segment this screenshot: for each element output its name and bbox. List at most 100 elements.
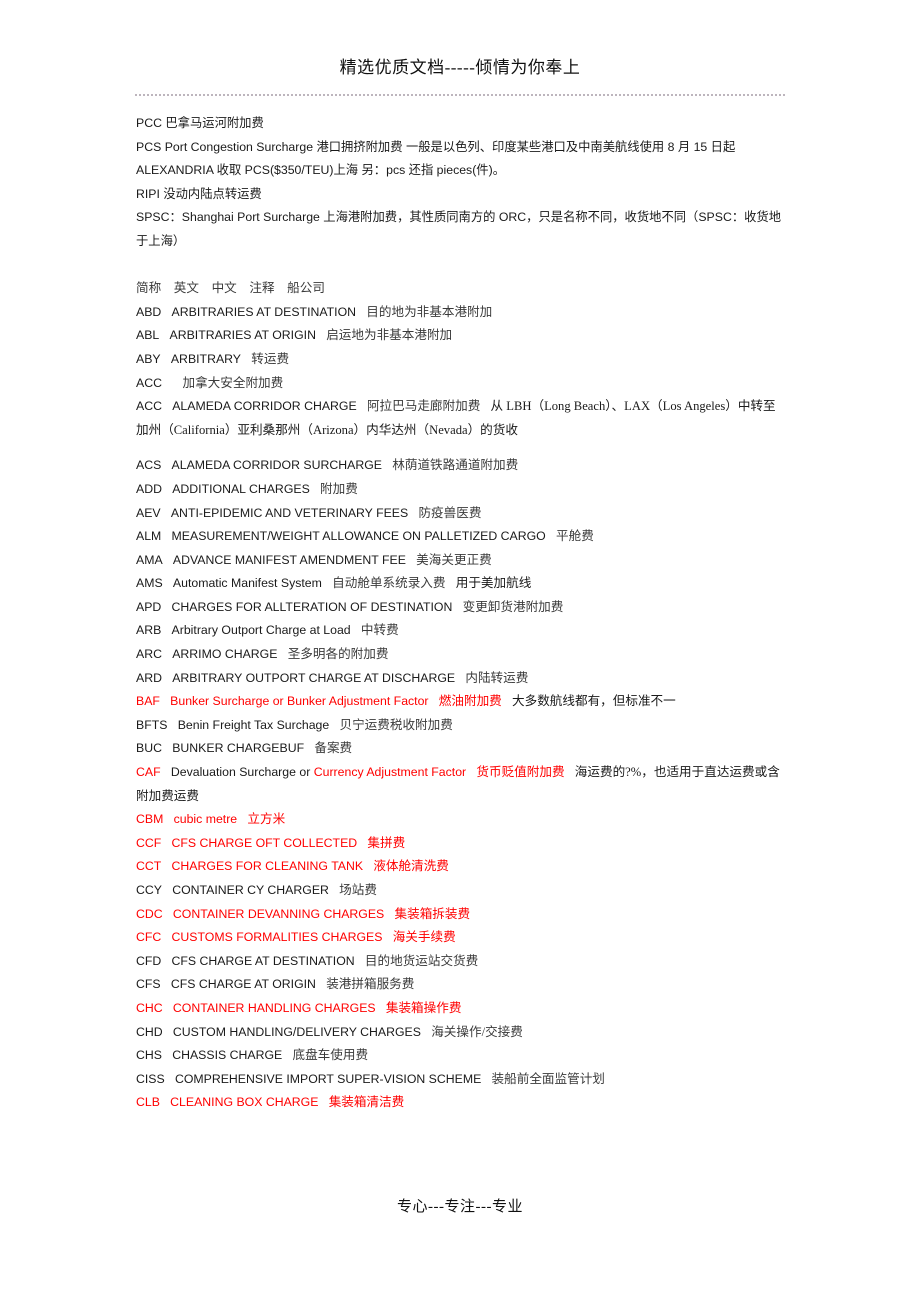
glossary-chinese: 转运费 (251, 351, 290, 366)
glossary-row: ABL ARBITRARIES AT ORIGIN 启运地为非基本港附加 (136, 324, 786, 348)
glossary-abbr: CCY (136, 883, 162, 897)
glossary-english: ALAMEDA CORRIDOR SURCHARGE (171, 458, 382, 473)
glossary-chinese: 货币贬值附加费 (476, 765, 565, 780)
glossary-abbr: ACS (136, 458, 162, 473)
glossary-abbr: ABY (136, 351, 161, 366)
glossary-chinese: 启运地为非基本港附加 (326, 328, 453, 343)
header-divider (135, 94, 785, 98)
glossary-english: BUNKER CHARGEBUF (172, 741, 305, 756)
glossary-row: BUC BUNKER CHARGEBUF 备案费 (136, 737, 786, 761)
glossary-chinese: 防疫兽医费 (418, 505, 482, 520)
glossary-english: CONTAINER DEVANNING CHARGES (172, 906, 385, 921)
glossary-row: BFTS Benin Freight Tax Surchage 贝宁运费税收附加… (136, 714, 786, 738)
glossary-english: ARBITRARIES AT ORIGIN (169, 328, 316, 343)
glossary-abbr: CFS (136, 977, 161, 992)
glossary-row: AMS Automatic Manifest System 自动舱单系统录入费 … (136, 572, 786, 596)
glossary-abbr: CDC (136, 906, 163, 921)
glossary-row: CAF Devaluation Surcharge or Currency Ad… (136, 761, 786, 808)
glossary-abbr: CLB (136, 1095, 160, 1110)
glossary-row: CFS CFS CHARGE AT ORIGIN 装港拼箱服务费 (136, 973, 786, 997)
glossary-row: AEV ANTI-EPIDEMIC AND VETERINARY FEES 防疫… (136, 502, 786, 526)
glossary-english: CONTAINER CY CHARGER (172, 883, 329, 897)
glossary-abbr: CAF (136, 765, 161, 780)
glossary-note: 用于美加航线 (455, 576, 532, 591)
glossary-row: ACS ALAMEDA CORRIDOR SURCHARGE 林荫道铁路通道附加… (136, 454, 786, 478)
document-header: 精选优质文档-----倾情为你奉上 (135, 56, 785, 80)
glossary-row: BAF Bunker Surcharge or Bunker Adjustmen… (136, 690, 786, 714)
glossary-row: ABY ARBITRARY 转运费 (136, 348, 786, 372)
intro-line-pcs: PCS Port Congestion Surcharge 港口拥挤附加费 一般… (136, 139, 739, 178)
document-footer: 专心---专注---专业 (135, 1196, 785, 1218)
glossary-english: ANTI-EPIDEMIC AND VETERINARY FEES (170, 505, 409, 520)
glossary-english: cubic metre (173, 812, 238, 827)
glossary-english: CONTAINER HANDLING CHARGES (172, 1000, 376, 1015)
glossary-chinese: 海关手续费 (392, 930, 456, 945)
glossary-row-spacer (136, 442, 786, 454)
glossary-english: COMPREHENSIVE IMPORT SUPER-VISION SCHEME (174, 1071, 482, 1086)
glossary-row: ADD ADDITIONAL CHARGES 附加费 (136, 478, 786, 502)
glossary-column-headers: 简称 英文 中文 注释 船公司 (136, 281, 325, 296)
glossary-row: APD CHARGES FOR ALLTERATION OF DESTINATI… (136, 596, 786, 620)
glossary-row: CFC CUSTOMS FORMALITIES CHARGES 海关手续费 (136, 926, 786, 950)
glossary-english: ARBITRARY OUTPORT CHARGE AT DISCHARGE (172, 670, 456, 685)
glossary-english: ALAMEDA CORRIDOR CHARGE (172, 399, 357, 414)
footer-text: 专心---专注---专业 (397, 1199, 523, 1215)
glossary-abbr: CISS (136, 1071, 165, 1086)
glossary-row: ACC ALAMEDA CORRIDOR CHARGE 阿拉巴马走廊附加费 从 … (136, 395, 786, 442)
glossary-chinese: 集装箱清洁费 (328, 1095, 405, 1110)
glossary-english: CFS CHARGE AT ORIGIN (170, 977, 316, 992)
glossary-chinese: 变更卸货港附加费 (462, 599, 564, 614)
glossary-row: CCF CFS CHARGE OFT COLLECTED 集拼费 (136, 832, 786, 856)
glossary-chinese: 内陆转运费 (465, 670, 529, 685)
intro-line-pcc: PCC 巴拿马运河附加费 (136, 116, 264, 130)
glossary-abbr: CHC (136, 1000, 163, 1015)
glossary-english: ADVANCE MANIFEST AMENDMENT FEE (172, 552, 406, 567)
glossary-abbr: AMS (136, 576, 163, 591)
glossary-abbr: BAF (136, 694, 160, 709)
glossary-row: CCT CHARGES FOR CLEANING TANK 液体舱清洗费 (136, 855, 786, 879)
glossary-row: CHC CONTAINER HANDLING CHARGES 集装箱操作费 (136, 997, 786, 1021)
glossary-abbr: AEV (136, 505, 161, 520)
glossary-chinese: 集装箱拆装费 (394, 906, 471, 921)
glossary-abbr: CBM (136, 812, 164, 827)
glossary-english: Bunker Surcharge or Bunker Adjustment Fa… (170, 694, 429, 709)
glossary-chinese: 目的地货运站交货费 (364, 953, 479, 968)
glossary-abbr: BFTS (136, 717, 168, 732)
glossary-abbr: CHD (136, 1024, 163, 1039)
glossary-english-red: Currency Adjustment Factor (313, 765, 467, 780)
glossary-chinese: 自动舱单系统录入费 (332, 576, 446, 591)
glossary-abbr: ACC (136, 399, 162, 414)
glossary-row: ARC ARRIMO CHARGE 圣多明各的附加费 (136, 643, 786, 667)
glossary-abbr: AMA (136, 552, 163, 567)
glossary-chinese: 加拿大安全附加费 (182, 375, 284, 390)
glossary-rows: ABD ARBITRARIES AT DESTINATION 目的地为非基本港附… (136, 301, 786, 1115)
glossary-row: CHD CUSTOM HANDLING/DELIVERY CHARGES 海关操… (136, 1021, 786, 1045)
glossary-english: Automatic Manifest System (172, 576, 322, 591)
glossary-abbr: ABD (136, 304, 162, 319)
glossary-chinese: 集拼费 (367, 835, 406, 850)
glossary-abbr: APD (136, 599, 162, 614)
glossary-row: ALM MEASUREMENT/WEIGHT ALLOWANCE ON PALL… (136, 525, 786, 549)
glossary-abbr: BUC (136, 741, 162, 756)
glossary-abbr: ABL (136, 328, 160, 343)
glossary-row: CHS CHASSIS CHARGE 底盘车使用费 (136, 1044, 786, 1068)
glossary-row: CISS COMPREHENSIVE IMPORT SUPER-VISION S… (136, 1068, 786, 1092)
glossary-abbr: ALM (136, 529, 162, 544)
glossary-english: Benin Freight Tax Surchage (177, 717, 330, 732)
glossary-abbr: CCF (136, 835, 162, 850)
glossary-english: ARBITRARIES AT DESTINATION (171, 304, 357, 319)
glossary-chinese: 装港拼箱服务费 (326, 977, 415, 992)
glossary-chinese: 附加费 (320, 481, 358, 496)
intro-line-ripi: RIPI 没动内陆点转运费 (136, 186, 262, 201)
glossary-note: 大多数航线都有，但标准不一 (512, 694, 676, 709)
glossary-english: ADDITIONAL CHARGES (172, 481, 310, 496)
glossary-chinese: 阿拉巴马走廊附加费 (366, 399, 481, 414)
glossary-chinese: 贝宁运费税收附加费 (339, 717, 453, 732)
glossary-chinese: 备案费 (314, 741, 353, 756)
glossary-chinese: 中转费 (360, 623, 399, 638)
glossary-row: CLB CLEANING BOX CHARGE 集装箱清洁费 (136, 1091, 786, 1115)
glossary-abbr: ARC (136, 647, 162, 662)
glossary-row: CBM cubic metre 立方米 (136, 808, 786, 832)
document-page: 精选优质文档-----倾情为你奉上 PCC 巴拿马运河附加费 PCS Port … (0, 0, 920, 1302)
glossary-english: CUSTOM HANDLING/DELIVERY CHARGES (172, 1024, 421, 1039)
